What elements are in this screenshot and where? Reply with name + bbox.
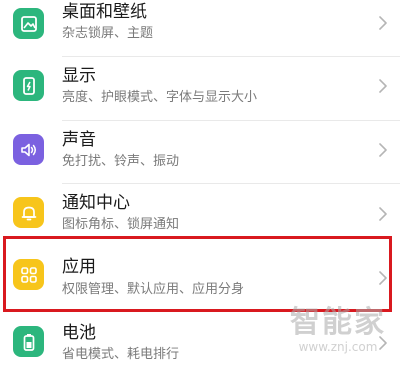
item-subtitle: 图标角标、锁屏通知 xyxy=(62,217,180,232)
item-title: 桌面和壁纸 xyxy=(62,2,147,22)
divider xyxy=(62,56,400,57)
chevron-right-icon xyxy=(378,78,388,94)
item-title: 电池 xyxy=(62,323,96,343)
display-icon xyxy=(13,70,44,101)
chevron-right-icon xyxy=(378,335,388,351)
settings-item-display[interactable]: 显示 亮度、护眼模式、字体与显示大小 xyxy=(0,60,400,118)
bell-icon xyxy=(13,197,44,228)
battery-icon xyxy=(13,326,44,357)
item-subtitle: 省电模式、耗电排行 xyxy=(62,347,180,362)
settings-item-notifications[interactable]: 通知中心 图标角标、锁屏通知 xyxy=(0,186,400,244)
divider xyxy=(62,183,400,184)
settings-item-battery[interactable]: 电池 省电模式、耗电排行 xyxy=(0,318,400,376)
item-subtitle: 权限管理、默认应用、应用分身 xyxy=(62,282,245,297)
apps-icon xyxy=(13,259,44,290)
settings-item-apps[interactable]: 应用 权限管理、默认应用、应用分身 xyxy=(0,245,400,303)
divider xyxy=(62,120,400,121)
settings-item-wallpaper[interactable]: 桌面和壁纸 杂志锁屏、主题 xyxy=(0,0,400,58)
item-subtitle: 杂志锁屏、主题 xyxy=(62,26,154,41)
chevron-right-icon xyxy=(378,142,388,158)
wallpaper-icon xyxy=(13,8,44,39)
chevron-right-icon xyxy=(378,15,388,31)
item-subtitle: 免打扰、铃声、振动 xyxy=(62,154,180,169)
item-title: 应用 xyxy=(62,257,96,277)
item-title: 通知中心 xyxy=(62,193,130,213)
item-title: 声音 xyxy=(62,130,96,150)
sound-icon xyxy=(13,134,44,165)
chevron-right-icon xyxy=(378,206,388,222)
chevron-right-icon xyxy=(378,270,388,286)
item-title: 显示 xyxy=(62,66,96,86)
item-subtitle: 亮度、护眼模式、字体与显示大小 xyxy=(62,90,258,105)
settings-list: 桌面和壁纸 杂志锁屏、主题 显示 亮度、护眼模式、字体与显示大小 声音 免打扰、… xyxy=(0,0,400,368)
settings-item-sound[interactable]: 声音 免打扰、铃声、振动 xyxy=(0,123,400,181)
